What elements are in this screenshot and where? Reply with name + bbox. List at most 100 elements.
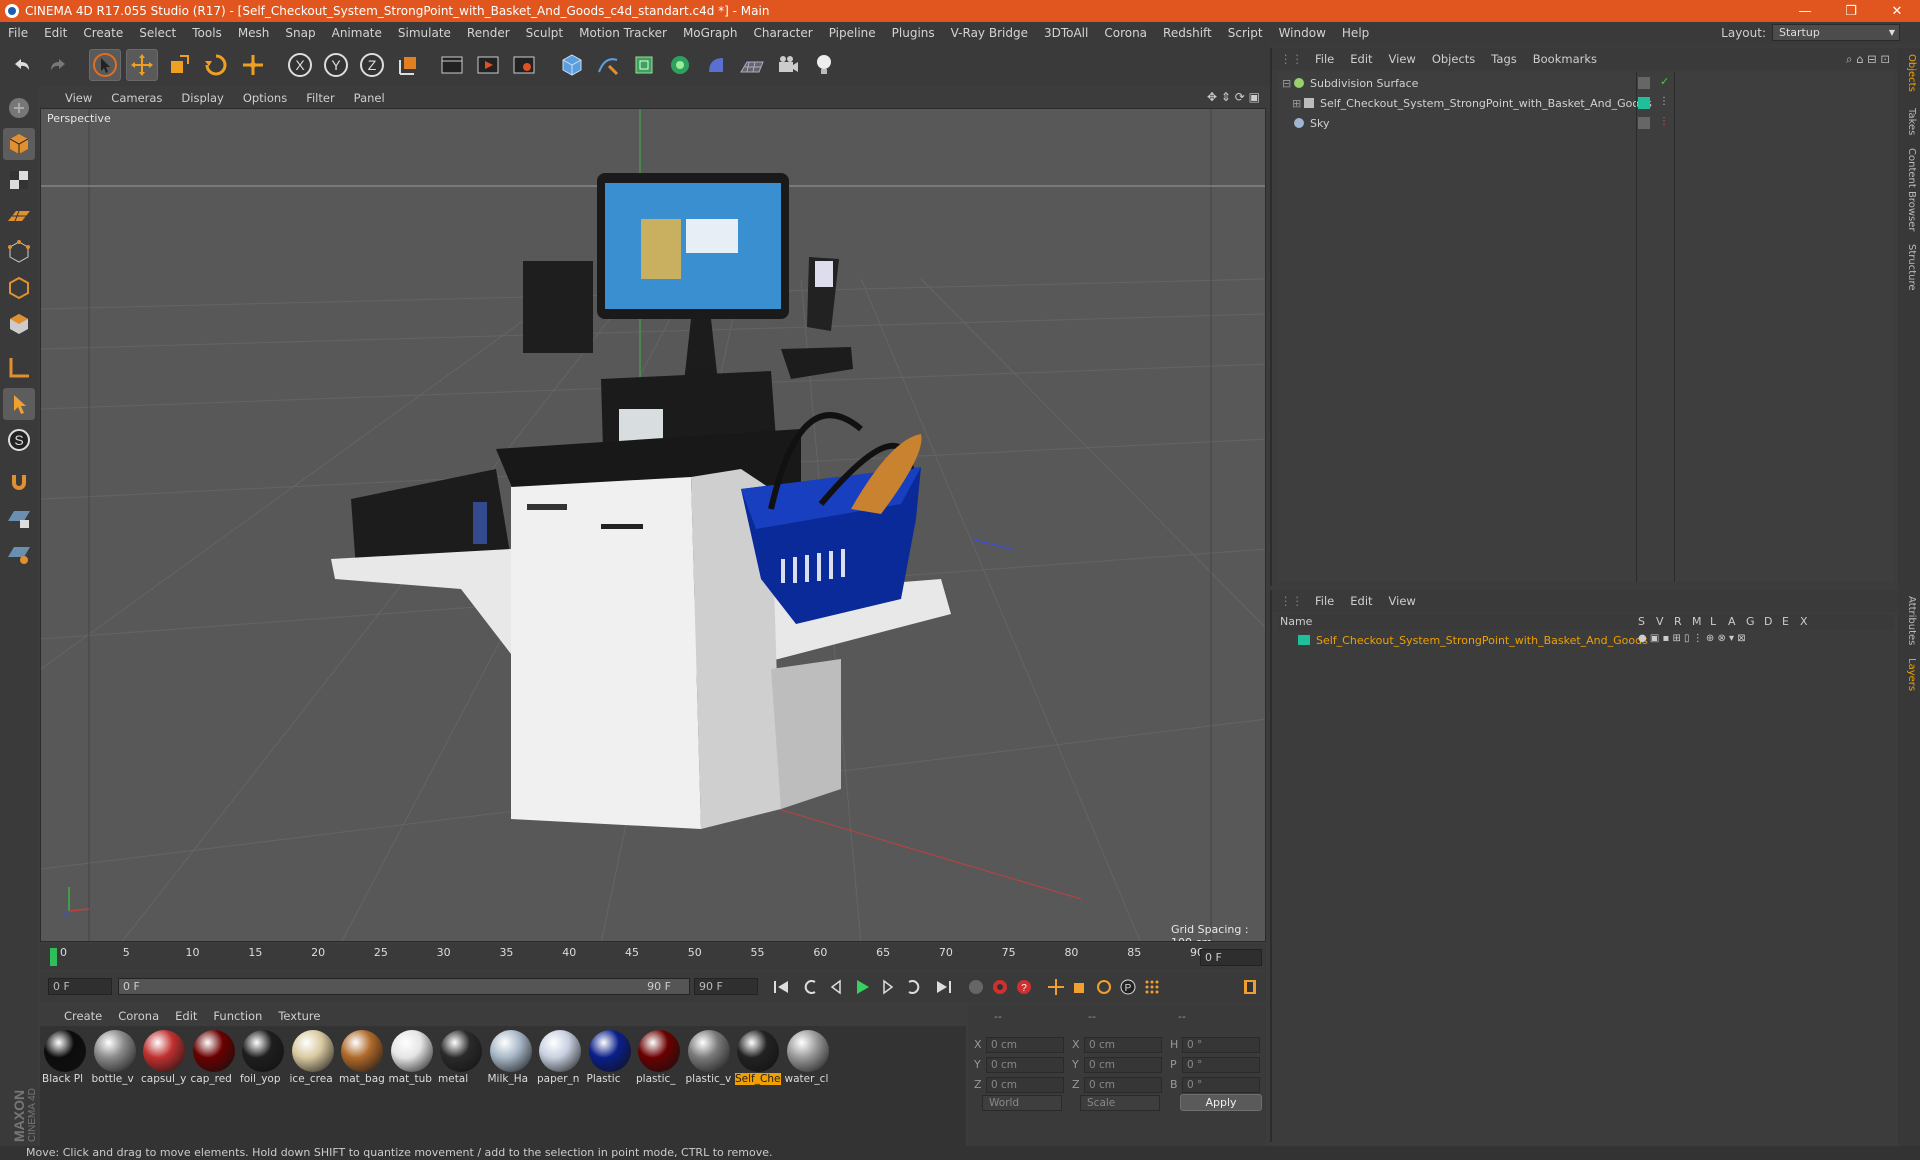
solo-mode-icon[interactable]: S [3,424,35,456]
current-frame-field[interactable]: 0 F [48,978,112,995]
object-row-subdivision[interactable]: ⊟ Subdivision Surface ✓ [1278,74,1894,92]
objects-menu-objects[interactable]: Objects [1424,52,1483,66]
material-menu-texture[interactable]: Texture [270,1009,328,1023]
material-swatch[interactable]: bottle_v [92,1030,140,1092]
tab-takes[interactable]: Takes [1901,108,1917,135]
menu-window[interactable]: Window [1271,26,1334,40]
visibility-toggle-icon[interactable] [1638,117,1650,129]
move-tool-icon[interactable] [126,49,158,81]
snapping-magnet-icon[interactable] [3,466,35,498]
mograph-cloner-icon[interactable] [664,49,696,81]
material-swatch[interactable]: mat_bag [339,1030,387,1092]
menu-tools[interactable]: Tools [184,26,230,40]
object-row-checkout[interactable]: ⊞ Self_Checkout_System_StrongPoint_with_… [1278,94,1894,112]
transform-tool-icon[interactable] [237,49,269,81]
render-dots-icon[interactable]: ⋮ [1659,116,1669,127]
menu-mesh[interactable]: Mesh [230,26,278,40]
transform-mode-dropdown[interactable]: Scale [1080,1095,1160,1111]
playhead[interactable] [50,948,57,966]
material-swatch[interactable]: metal [438,1030,486,1092]
restore-button[interactable]: ❐ [1828,0,1874,22]
light-icon[interactable] [808,49,840,81]
layer-color-icon[interactable] [1638,97,1650,109]
enabled-check-icon[interactable]: ✓ [1660,75,1669,88]
close-button[interactable]: ✕ [1874,0,1920,22]
objects-search-home-icons[interactable]: ⌕ ⌂ ⊟ ⊡ [1846,52,1890,67]
menu-render[interactable]: Render [459,26,518,40]
motion-record-icon[interactable] [964,975,988,999]
spline-pen-icon[interactable] [592,49,624,81]
material-swatch[interactable]: water_cl [785,1030,833,1092]
material-swatch[interactable]: Plastic [587,1030,635,1092]
next-frame-icon[interactable] [876,975,900,999]
y-axis-lock-icon[interactable]: Y [320,49,352,81]
menu-vray-bridge[interactable]: V-Ray Bridge [943,26,1036,40]
key-pla-icon[interactable] [1140,975,1164,999]
scale-tool-icon[interactable] [163,49,195,81]
material-swatch[interactable]: Milk_Ha [488,1030,536,1092]
workplane-lock-icon[interactable] [3,502,35,534]
layer-flags-icons[interactable]: ● ▣ ▪ ⊞ ▯ ⋮ ⊕ ⊗ ▾ ⊠ [1638,633,1746,644]
menu-corona[interactable]: Corona [1096,26,1155,40]
end-frame-field[interactable]: 0 F [1200,949,1262,966]
rotation-b-field[interactable]: 0 ° [1182,1077,1260,1093]
menu-select[interactable]: Select [131,26,184,40]
rotation-h-field[interactable]: 0 ° [1182,1037,1260,1053]
go-to-start-icon[interactable] [769,975,793,999]
menu-3dtoall[interactable]: 3DToAll [1036,26,1096,40]
x-axis-lock-icon[interactable]: X [284,49,316,81]
minimize-button[interactable]: — [1782,0,1828,22]
layers-menu-edit[interactable]: Edit [1342,594,1380,608]
key-scale-icon[interactable] [1068,975,1092,999]
layer-color-swatch[interactable] [1298,635,1310,645]
menu-script[interactable]: Script [1220,26,1271,40]
menu-plugins[interactable]: Plugins [884,26,943,40]
material-swatch[interactable]: cap_red [191,1030,239,1092]
go-to-end-icon[interactable] [932,975,956,999]
objects-menu-edit[interactable]: Edit [1342,52,1380,66]
material-swatch[interactable]: capsul_y [141,1030,189,1092]
layout-dropdown[interactable]: Startup [1772,24,1900,41]
material-swatch[interactable]: mat_tub [389,1030,437,1092]
menu-mograph[interactable]: MoGraph [675,26,746,40]
menu-pipeline[interactable]: Pipeline [821,26,884,40]
tab-objects[interactable]: Objects [1901,54,1917,92]
position-x-field[interactable]: 0 cm [986,1037,1064,1053]
viewport-nav-icons[interactable]: ✥ ⇕ ⟳ ▣ [1207,90,1260,104]
viewport-menu-filter[interactable]: Filter [299,91,346,105]
grid-snap-icon[interactable] [3,538,35,570]
key-parameter-icon[interactable]: P [1116,975,1140,999]
menu-snap[interactable]: Snap [277,26,323,40]
position-z-field[interactable]: 0 cm [986,1077,1064,1093]
material-swatch[interactable]: plastic_v [686,1030,734,1092]
tab-content-browser[interactable]: Content Browser [1901,148,1917,231]
material-swatch[interactable]: foil_yop [240,1030,288,1092]
menu-create[interactable]: Create [75,26,131,40]
tweak-mode-icon[interactable] [3,388,35,420]
timeline-ruler[interactable]: 0 5 10 15 20 25 30 35 40 45 50 55 60 65 70 75 80 85 90 0 F [40,944,1266,970]
objects-menu-view[interactable]: View [1381,52,1424,66]
menu-file[interactable]: File [0,26,36,40]
polygons-mode-icon[interactable] [3,308,35,340]
render-dots-icon[interactable]: ⋮ [1659,96,1669,107]
play-icon[interactable] [850,975,874,999]
render-view-icon[interactable] [436,49,468,81]
camera-icon[interactable] [772,49,804,81]
menu-motion-tracker[interactable]: Motion Tracker [571,26,675,40]
coordinate-mode-dropdown[interactable]: World [982,1095,1062,1111]
viewport-menu-panel[interactable]: Panel [347,91,397,105]
viewport-menu-options[interactable]: Options [236,91,299,105]
material-menu-function[interactable]: Function [205,1009,270,1023]
autokey-icon[interactable]: ? [1012,975,1036,999]
menu-animate[interactable]: Animate [324,26,390,40]
points-mode-icon[interactable] [3,236,35,268]
frame-range-slider[interactable]: 0 F 90 F [118,978,690,995]
material-menu-edit[interactable]: Edit [167,1009,205,1023]
max-frame-field[interactable]: 90 F [694,978,758,995]
menu-sculpt[interactable]: Sculpt [518,26,571,40]
cube-primitive-icon[interactable] [556,49,588,81]
material-swatch[interactable]: paper_n [537,1030,585,1092]
rotation-p-field[interactable]: 0 ° [1182,1057,1260,1073]
material-swatch[interactable]: Self_Che [735,1030,783,1092]
model-mode-icon[interactable] [3,128,35,160]
